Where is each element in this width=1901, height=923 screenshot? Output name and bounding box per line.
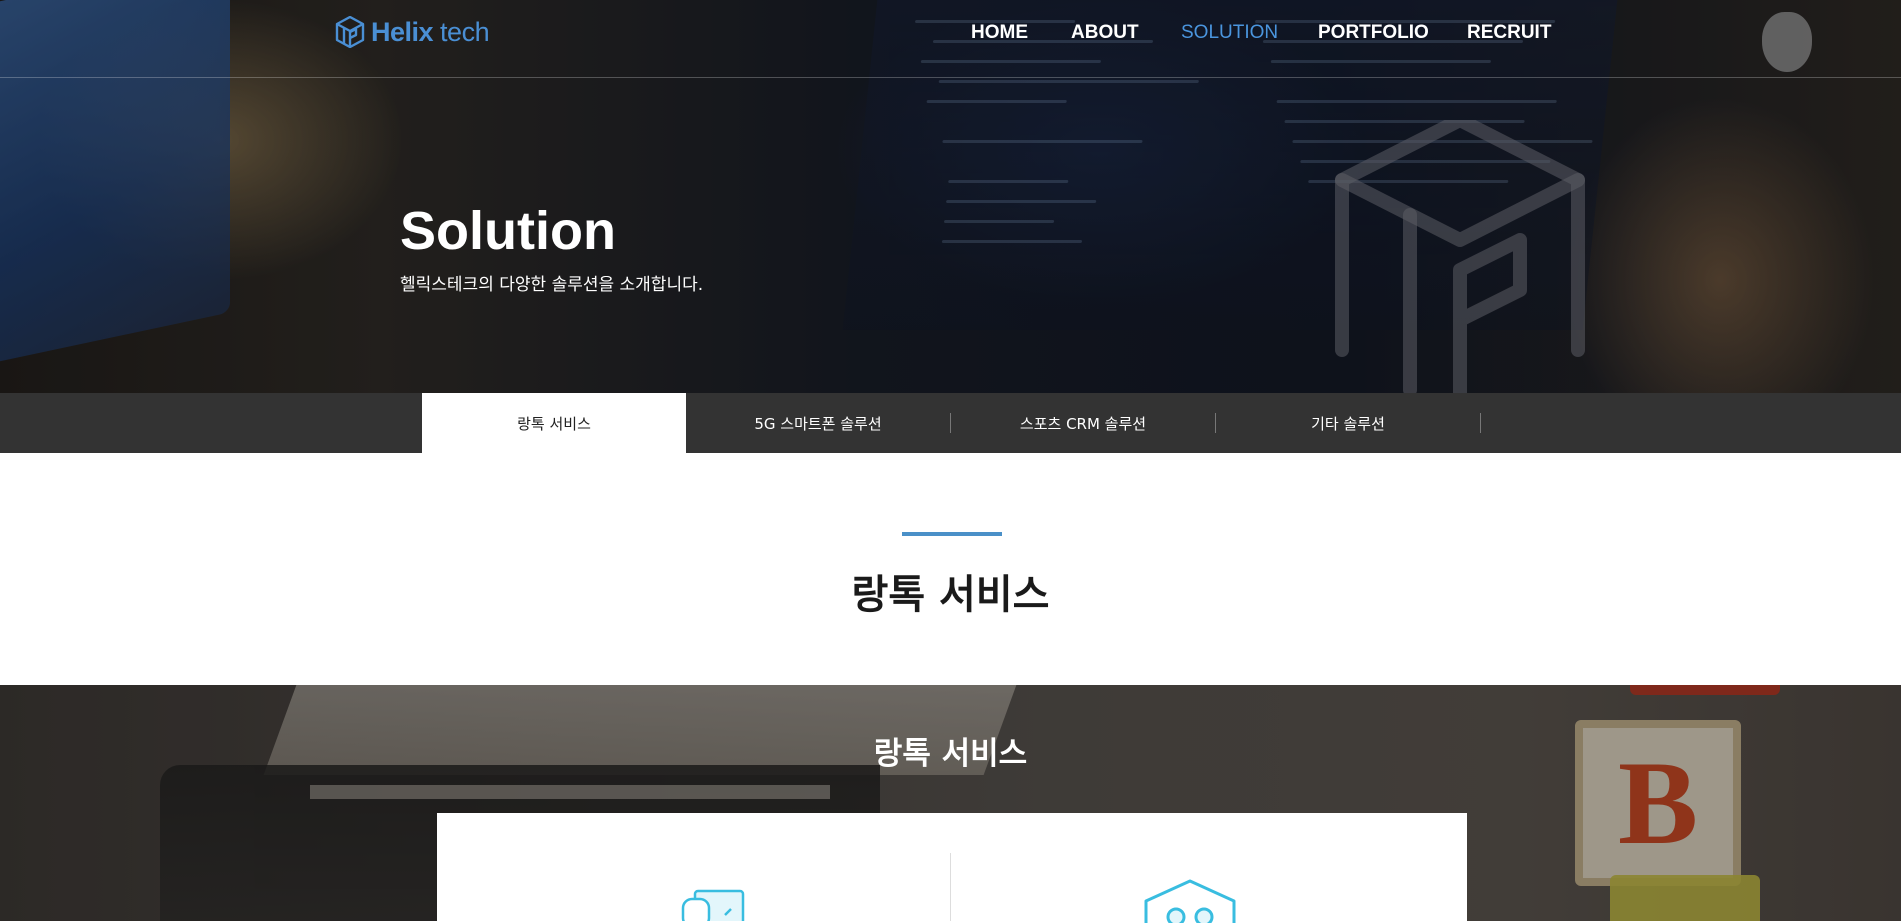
nav-about[interactable]: ABOUT (1071, 22, 1139, 44)
band-title: 랑톡 서비스 (873, 736, 1028, 772)
tab-separator (1480, 413, 1481, 433)
page-title: Solution (400, 201, 616, 261)
nav-home[interactable]: HOME (971, 22, 1028, 44)
tab-5g-smartphone[interactable]: 5G 스마트폰 솔루션 (686, 393, 950, 453)
robot-house-icon (1144, 879, 1236, 923)
header-divider (0, 77, 1901, 78)
section-title: 랑톡 서비스 (851, 572, 1050, 618)
tab-sports-crm[interactable]: 스포츠 CRM 솔루션 (951, 393, 1215, 453)
section-accent-line (902, 532, 1002, 536)
tab-other-solutions[interactable]: 기타 솔루션 (1216, 393, 1480, 453)
hero-banner: Helix tech HOME ABOUT SOLUTION PORTFOLIO… (0, 0, 1901, 393)
nav-solution[interactable]: SOLUTION (1181, 22, 1278, 44)
page-subtitle: 헬릭스테크의 다양한 솔루션을 소개합니다. (400, 275, 704, 295)
nav-portfolio[interactable]: PORTFOLIO (1318, 22, 1429, 44)
card-divider (950, 853, 951, 921)
solution-tab-bar: 랑톡 서비스 5G 스마트폰 솔루션 스포츠 CRM 솔루션 기타 솔루션 (0, 393, 1901, 453)
nav-recruit[interactable]: RECRUIT (1467, 22, 1551, 44)
chat-bubbles-icon (681, 889, 745, 921)
hero-shade (0, 0, 1901, 393)
service-card (437, 813, 1467, 923)
main-nav: HOME ABOUT SOLUTION PORTFOLIO RECRUIT (0, 22, 1901, 52)
tab-langtalk[interactable]: 랑톡 서비스 (422, 393, 686, 453)
